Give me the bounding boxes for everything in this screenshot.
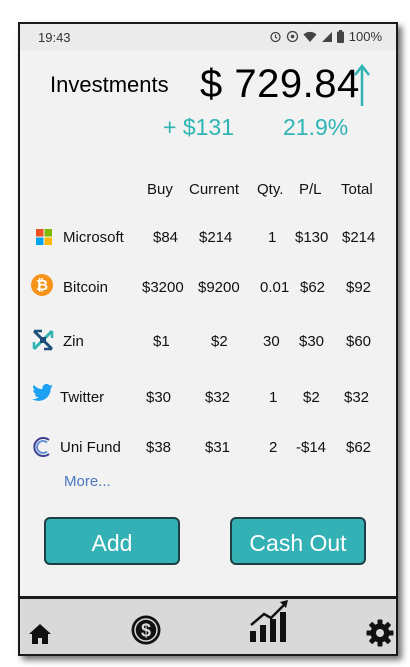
cell-qty: 2 (269, 439, 278, 456)
twitter-icon (32, 384, 53, 401)
cell-buy: $38 (146, 439, 172, 456)
phone-frame: 19:43 100% Investments $ 729.84 + $131 2… (18, 22, 398, 656)
alarm-icon (270, 31, 281, 43)
page-title: Investments (50, 72, 169, 97)
cell-pl: $30 (299, 333, 325, 350)
up-arrow-icon (354, 64, 370, 106)
cell-pl: $62 (300, 279, 326, 296)
cell-qty: 30 (263, 333, 280, 350)
cell-pl: $2 (303, 389, 320, 406)
cell-current: $32 (205, 389, 231, 406)
holding-name: Microsoft (63, 229, 124, 246)
column-header-qty: Qty. (257, 181, 284, 198)
cell-total: $92 (346, 279, 372, 296)
column-header-current: Current (189, 181, 240, 198)
cell-total: $214 (342, 229, 376, 246)
cell-total: $60 (346, 333, 372, 350)
cell-qty: 0.01 (260, 279, 290, 296)
add-button[interactable]: Add (44, 517, 180, 565)
more-link[interactable]: More... (64, 473, 111, 490)
microsoft-icon (36, 229, 52, 245)
portfolio-change-percent: 21.9% (283, 114, 349, 140)
status-icons: 100% (269, 29, 382, 44)
uni-fund-icon (33, 437, 50, 457)
status-time: 19:43 (38, 30, 71, 45)
cell-current: $214 (199, 229, 233, 246)
svg-text:₿: ₿ (36, 277, 48, 294)
holding-name: Bitcoin (63, 279, 109, 296)
column-header-total: Total (341, 181, 373, 198)
svg-text:$: $ (141, 621, 151, 641)
holding-name: Twitter (60, 389, 105, 406)
column-header-buy: Buy (147, 181, 173, 198)
cell-buy: $3200 (142, 279, 184, 296)
cell-current: $31 (205, 439, 231, 456)
cell-current: $9200 (198, 279, 240, 296)
settings-icon[interactable] (366, 619, 394, 647)
cell-total: $32 (344, 389, 370, 406)
signal-icon (321, 31, 332, 42)
data-saver-icon (286, 30, 298, 43)
holding-name: Zin (63, 333, 84, 350)
zin-icon (32, 329, 54, 351)
bottom-nav: $ (20, 596, 396, 654)
chart-growth-icon[interactable] (248, 597, 294, 643)
bitcoin-icon: ₿ (31, 274, 53, 296)
cell-buy: $1 (153, 333, 170, 350)
home-icon[interactable] (28, 623, 52, 645)
cell-total: $62 (346, 439, 372, 456)
status-bar: 19:43 100% (20, 24, 396, 50)
battery-percent: 100% (348, 29, 382, 44)
cell-qty: 1 (268, 229, 277, 246)
portfolio-change-amount: + $131 (163, 114, 234, 140)
portfolio-total: $ 729.84 (200, 62, 360, 106)
cell-buy: $30 (146, 389, 172, 406)
battery-icon (336, 30, 344, 43)
cell-pl: $130 (295, 229, 329, 246)
cell-current: $2 (211, 333, 228, 350)
cell-qty: 1 (269, 389, 278, 406)
dollar-icon[interactable]: $ (130, 614, 162, 646)
cell-pl: -$14 (296, 439, 327, 456)
cell-buy: $84 (153, 229, 179, 246)
cash-out-button[interactable]: Cash Out (230, 517, 366, 565)
holding-name: Uni Fund (60, 439, 121, 456)
wifi-icon (303, 31, 317, 42)
column-header-pl: P/L (299, 181, 322, 198)
